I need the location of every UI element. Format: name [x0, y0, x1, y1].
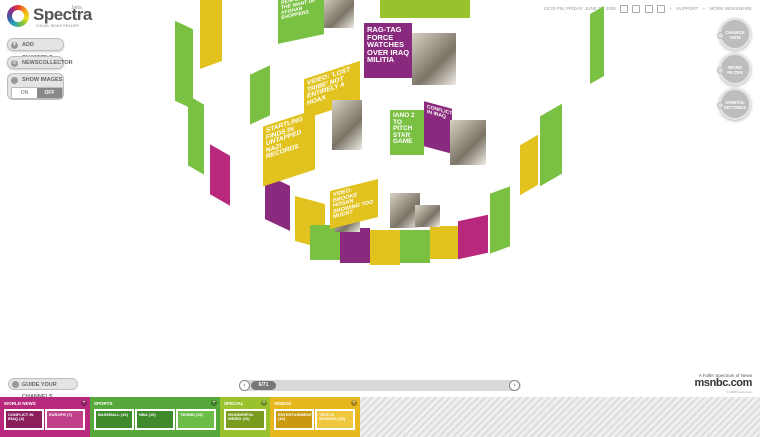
- news-photo: [324, 0, 354, 28]
- news-tile[interactable]: [458, 214, 488, 260]
- channel-item[interactable]: WONDERFUL WEIRD (10): [224, 409, 266, 430]
- tray-videos: VIDEOS + ENTERTAINMENT (10) TECH & SCIEN…: [270, 397, 360, 437]
- channel-item[interactable]: TECH & SCIENCE (10): [315, 409, 355, 430]
- news-tile[interactable]: [590, 5, 604, 85]
- next-arrow-icon[interactable]: ›: [509, 380, 520, 391]
- logo-text: Spectra: [33, 5, 92, 24]
- show-images-toggle[interactable]: ON OFF: [11, 87, 63, 99]
- pager-count: 6/71: [251, 381, 276, 390]
- news-tile[interactable]: [540, 103, 562, 187]
- knob-icon: [717, 67, 724, 74]
- news-photo: [332, 100, 362, 150]
- tray-name: VIDEOS: [274, 401, 292, 406]
- pager-track[interactable]: [239, 380, 521, 391]
- plus-icon: +: [11, 42, 18, 49]
- news-tile[interactable]: [210, 144, 230, 206]
- show-images-panel: SHOW IMAGES ON OFF: [7, 73, 64, 100]
- news-card[interactable]: VIDEO: BROOKE HOGAN SHOWING TOO MUCH?: [330, 179, 378, 229]
- channel-item[interactable]: ENTERTAINMENT (10): [274, 409, 314, 430]
- news-card[interactable]: CONFLICT IN IRAQ: [424, 101, 452, 154]
- branding-fine-print: © 2008 msnbc.com: [726, 390, 752, 394]
- word-filter-button[interactable]: WORD FILTER: [717, 53, 751, 85]
- orbital-settings-label: ORBITAL SETTINGS: [723, 100, 747, 110]
- news-collector-label: NEWSCOLLECTOR: [22, 60, 73, 66]
- news-tile[interactable]: [250, 65, 270, 125]
- news-tile[interactable]: [520, 134, 538, 196]
- news-headline: RAG-TAG FORCE WATCHES OVER IRAQ MILITIA: [367, 25, 410, 64]
- news-tile[interactable]: [430, 226, 458, 259]
- channel-item[interactable]: CONFLICT IN IRAQ (4): [4, 409, 44, 430]
- news-card[interactable]: IANO 2 TO PITCH STAR GAME: [390, 110, 424, 155]
- tray-name: SPECIAL: [224, 401, 244, 406]
- tray-name: WORLD NEWS: [4, 401, 36, 406]
- previous-arrow-icon[interactable]: ‹: [239, 380, 250, 391]
- channel-item[interactable]: BASEBALL (10): [94, 409, 134, 430]
- add-channel-icon[interactable]: +: [211, 400, 217, 406]
- news-card[interactable]: RESPONSE FOR THE WANT OF AFGHAN SHOPPERS: [278, 0, 324, 44]
- collector-icon: ≡: [11, 60, 18, 67]
- news-collector-button[interactable]: ≡ NEWSCOLLECTOR: [7, 56, 73, 69]
- toggle-off[interactable]: OFF: [37, 88, 62, 98]
- add-channel-icon[interactable]: +: [351, 400, 357, 406]
- more-newsware-link[interactable]: + MORE NEWSWARE: [703, 6, 752, 11]
- empty-tray-area: [360, 397, 760, 437]
- news-card[interactable]: STARTLING FINDS IN UNTAPPED NAZI RECORDS: [263, 109, 315, 187]
- news-tile[interactable]: [400, 230, 430, 263]
- facebook-icon[interactable]: [644, 5, 653, 13]
- logo-tagline: VISUAL NEWS READER: [36, 24, 79, 28]
- news-tile[interactable]: [490, 186, 510, 254]
- change-view-button[interactable]: CHANGE VIEW: [717, 18, 751, 50]
- guide-channels-button[interactable]: GUIDE YOUR CHANNELS: [8, 378, 78, 400]
- add-channel-icon[interactable]: +: [261, 400, 267, 406]
- news-headline: RESPONSE FOR THE WANT OF AFGHAN SHOPPERS: [281, 0, 321, 22]
- guide-icon: [12, 381, 19, 388]
- tray-name: SPORTS: [94, 401, 113, 406]
- news-photo: [450, 120, 486, 165]
- news-photo: [415, 205, 440, 227]
- tray-special: SPECIAL + WONDERFUL WEIRD (10): [220, 397, 270, 437]
- add-channel-icon[interactable]: +: [81, 400, 87, 406]
- knob-icon: [717, 32, 724, 39]
- image-icon: [11, 77, 18, 84]
- channel-item[interactable]: NBA (10): [135, 409, 175, 430]
- spectra-logo-icon: [7, 5, 29, 27]
- email-icon[interactable]: [620, 5, 629, 13]
- news-carousel: RESPONSE FOR THE WANT OF AFGHAN SHOPPERS…: [160, 0, 604, 275]
- orbital-settings-button[interactable]: ORBITAL SETTINGS: [717, 88, 751, 120]
- show-images-label: SHOW IMAGES: [22, 77, 63, 83]
- msnbc-logo[interactable]: msnbc.com: [694, 377, 752, 389]
- news-tile[interactable]: [340, 228, 370, 263]
- tray-world-news: WORLD NEWS + CONFLICT IN IRAQ (4) EUROPE…: [0, 397, 90, 437]
- news-headline: STARTLING FINDS IN UNTAPPED NAZI RECORDS: [266, 115, 303, 161]
- news-headline: VIDEO: BROOKE HOGAN SHOWING TOO MUCH?: [333, 187, 374, 221]
- news-tile[interactable]: [370, 230, 400, 265]
- rss-icon[interactable]: [632, 5, 641, 13]
- toggle-on[interactable]: ON: [12, 88, 37, 98]
- news-tile[interactable]: [380, 0, 470, 18]
- knob-icon: [717, 102, 724, 109]
- channel-item[interactable]: EUROPE (7): [45, 409, 85, 430]
- change-view-label: CHANGE VIEW: [725, 30, 745, 40]
- logo-beta: beta: [72, 5, 82, 11]
- word-filter-label: WORD FILTER: [727, 65, 743, 75]
- support-link[interactable]: + SUPPORT: [669, 6, 698, 11]
- news-card[interactable]: RAG-TAG FORCE WATCHES OVER IRAQ MILITIA: [364, 23, 412, 78]
- channel-item[interactable]: TENNIS (10): [176, 409, 216, 430]
- news-photo: [412, 33, 456, 85]
- add-channels-button[interactable]: + ADD CHANNELS: [7, 38, 64, 61]
- news-tile[interactable]: [188, 95, 204, 175]
- refresh-icon[interactable]: [657, 5, 665, 13]
- tray-sports: SPORTS + BASEBALL (10) NBA (10) TENNIS (…: [90, 397, 220, 437]
- news-headline: IANO 2 TO PITCH STAR GAME: [393, 112, 415, 145]
- news-tile[interactable]: [200, 0, 222, 70]
- news-headline: CONFLICT IN IRAQ: [427, 104, 452, 121]
